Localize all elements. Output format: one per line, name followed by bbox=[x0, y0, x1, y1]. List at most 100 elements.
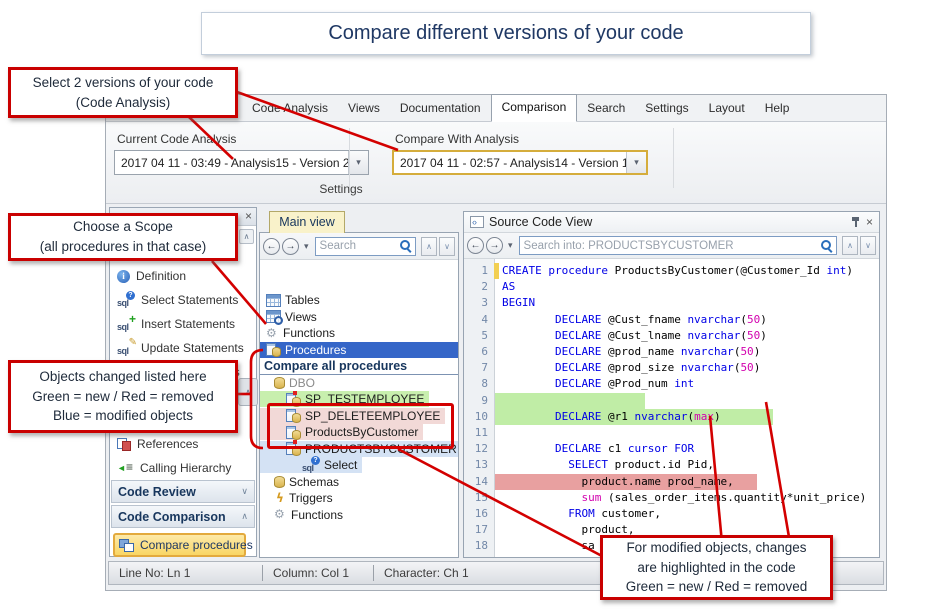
code-line-2: 2AS bbox=[464, 279, 879, 295]
tree-item-dbo[interactable]: DBO bbox=[260, 375, 458, 391]
back-button[interactable]: ← bbox=[263, 238, 280, 255]
trigger-icon bbox=[274, 492, 285, 505]
tree-item-select[interactable]: Select bbox=[260, 457, 458, 473]
line-number: 17 bbox=[464, 522, 488, 538]
close-icon[interactable]: × bbox=[245, 208, 252, 224]
group-header-code-review[interactable]: Code Review∨ bbox=[111, 480, 255, 503]
line-number: 12 bbox=[464, 441, 488, 457]
tab-layout[interactable]: Layout bbox=[699, 96, 755, 121]
tree-item-views[interactable]: Views bbox=[260, 309, 458, 325]
source-code-icon bbox=[470, 216, 484, 228]
scope-item-definition[interactable]: Definition bbox=[110, 264, 256, 288]
tab-search[interactable]: Search bbox=[577, 96, 635, 121]
line-number: 7 bbox=[464, 360, 488, 376]
close-icon[interactable]: × bbox=[866, 216, 873, 228]
collapse-chevron-icon[interactable]: ∧ bbox=[238, 378, 258, 406]
search-icon[interactable] bbox=[400, 240, 412, 252]
code-text: DECLARE c1 cursor FOR bbox=[502, 441, 694, 457]
tab-views[interactable]: Views bbox=[338, 96, 390, 121]
callout-line: Objects changed listed here bbox=[39, 367, 206, 387]
search-icon[interactable] bbox=[821, 240, 833, 252]
main-view-panel: ← → ▾ ∧ ∨ Tables Views Functions Procedures… bbox=[259, 232, 459, 558]
tree-item-functions[interactable]: Functions bbox=[260, 325, 458, 341]
chevron-down-icon: ∨ bbox=[241, 486, 248, 497]
code-line-14: 14 product.name prod_name, bbox=[464, 474, 879, 490]
code-line-8: 8 DECLARE @Prod_num int bbox=[464, 376, 879, 392]
tree-item-schemas[interactable]: Schemas bbox=[260, 474, 458, 490]
line-number: 14 bbox=[464, 474, 488, 490]
chevron-down-icon[interactable]: ▾ bbox=[304, 241, 309, 252]
chevron-down-icon[interactable]: ▾ bbox=[348, 151, 368, 174]
forward-button[interactable]: → bbox=[486, 237, 503, 254]
pin-icon[interactable] bbox=[851, 216, 860, 228]
code-text: FROM customer, bbox=[502, 506, 661, 522]
code-line-13: 13 SELECT product.id Pid, bbox=[464, 457, 879, 473]
tree-item-label: Views bbox=[285, 310, 317, 324]
tree-item-tables[interactable]: Tables bbox=[260, 292, 458, 308]
scope-item-update-statements[interactable]: Update Statements bbox=[110, 336, 256, 360]
search-into-input[interactable] bbox=[520, 240, 818, 252]
line-number: 10 bbox=[464, 409, 488, 425]
tree-item-triggers[interactable]: Triggers bbox=[260, 490, 458, 506]
callout-line: Select 2 versions of your code bbox=[33, 73, 214, 93]
tab-settings[interactable]: Settings bbox=[635, 96, 698, 121]
tab-main-view[interactable]: Main view bbox=[269, 211, 345, 233]
table-icon bbox=[266, 294, 281, 307]
changed-line-marker bbox=[494, 263, 499, 279]
previous-match-button[interactable]: ∧ bbox=[842, 236, 858, 255]
diff-highlight-new bbox=[495, 393, 645, 409]
scope-item-select-statements[interactable]: Select Statements bbox=[110, 288, 256, 312]
tab-comparison[interactable]: Comparison bbox=[491, 94, 578, 122]
back-button[interactable]: ← bbox=[467, 237, 484, 254]
code-line-15: 15 sum (sales_order_items.quantity*unit_… bbox=[464, 490, 879, 506]
compare-procedures-button[interactable]: Compare procedures bbox=[113, 533, 246, 557]
callout-line: For modified objects, changes bbox=[626, 538, 806, 558]
compare-with-analysis-value: 2017 04 11 - 02:57 - Analysis14 - Versio… bbox=[394, 156, 626, 170]
sql-select-icon bbox=[302, 459, 320, 472]
code-line-7: 7 DECLARE @prod_size nvarchar(50) bbox=[464, 360, 879, 376]
code-text: DECLARE @prod_size nvarchar(50) bbox=[502, 360, 760, 376]
group-header-code-comparison[interactable]: Code Comparison∧ bbox=[111, 505, 255, 528]
compare-with-analysis-combobox[interactable]: 2017 04 11 - 02:57 - Analysis14 - Versio… bbox=[392, 150, 648, 175]
tree-item-procedures[interactable]: Procedures bbox=[260, 342, 458, 358]
tree-item-inner: Views bbox=[260, 309, 322, 325]
forward-button[interactable]: → bbox=[282, 238, 299, 255]
tree-heading: Compare all procedures bbox=[260, 358, 458, 375]
references-icon bbox=[117, 438, 131, 451]
code-line-1: 1CREATE procedure ProductsByCustomer(@Cu… bbox=[464, 263, 879, 279]
scope-item-insert-statements[interactable]: Insert Statements bbox=[110, 312, 256, 336]
next-match-button[interactable]: ∨ bbox=[439, 237, 455, 256]
tree-item-label: Functions bbox=[283, 326, 335, 340]
current-analysis-combobox[interactable]: 2017 04 11 - 03:49 - Analysis15 - Versio… bbox=[114, 150, 369, 175]
sql-select-icon bbox=[117, 294, 135, 307]
scope-item-references[interactable]: References bbox=[110, 432, 256, 456]
screenshot-canvas: Compare different versions of your code … bbox=[0, 0, 938, 609]
line-number: 3 bbox=[464, 295, 488, 311]
tab-help[interactable]: Help bbox=[755, 96, 800, 121]
source-view-title: Source Code View bbox=[489, 215, 851, 229]
callout-line: Green = new / Red = removed bbox=[626, 577, 808, 597]
next-match-button[interactable]: ∨ bbox=[860, 236, 876, 255]
ribbon-group-label: Settings bbox=[106, 182, 576, 196]
chevron-down-icon[interactable]: ▾ bbox=[626, 152, 646, 173]
collapse-chevron-icon[interactable]: ∧ bbox=[239, 229, 254, 244]
calling-icon bbox=[117, 462, 134, 474]
chevron-down-icon[interactable]: ▾ bbox=[508, 240, 513, 251]
source-view-header: Source Code View × bbox=[464, 212, 879, 233]
search-input[interactable] bbox=[316, 240, 397, 252]
code-text: AS bbox=[502, 279, 515, 295]
code-line-11: 11 bbox=[464, 425, 879, 441]
main-view-toolbar: ← → ▾ ∧ ∨ bbox=[260, 233, 458, 260]
scope-item-label: References bbox=[137, 437, 198, 451]
previous-match-button[interactable]: ∧ bbox=[421, 237, 437, 256]
code-text: DECLARE @prod_name nvarchar(50) bbox=[502, 344, 760, 360]
code-editor[interactable]: 1CREATE procedure ProductsByCustomer(@Cu… bbox=[464, 259, 879, 557]
line-number: 8 bbox=[464, 376, 488, 392]
windows-icon bbox=[119, 539, 134, 552]
tab-documentation[interactable]: Documentation bbox=[390, 96, 491, 121]
tree-item-functions[interactable]: Functions bbox=[260, 507, 458, 523]
tab-code-analysis[interactable]: Code Analysis bbox=[242, 96, 338, 121]
tree-item-inner: Functions bbox=[260, 507, 348, 523]
tree-item-inner: DBO bbox=[260, 375, 320, 391]
scope-item-calling-hierarchy[interactable]: Calling Hierarchy bbox=[110, 456, 256, 480]
